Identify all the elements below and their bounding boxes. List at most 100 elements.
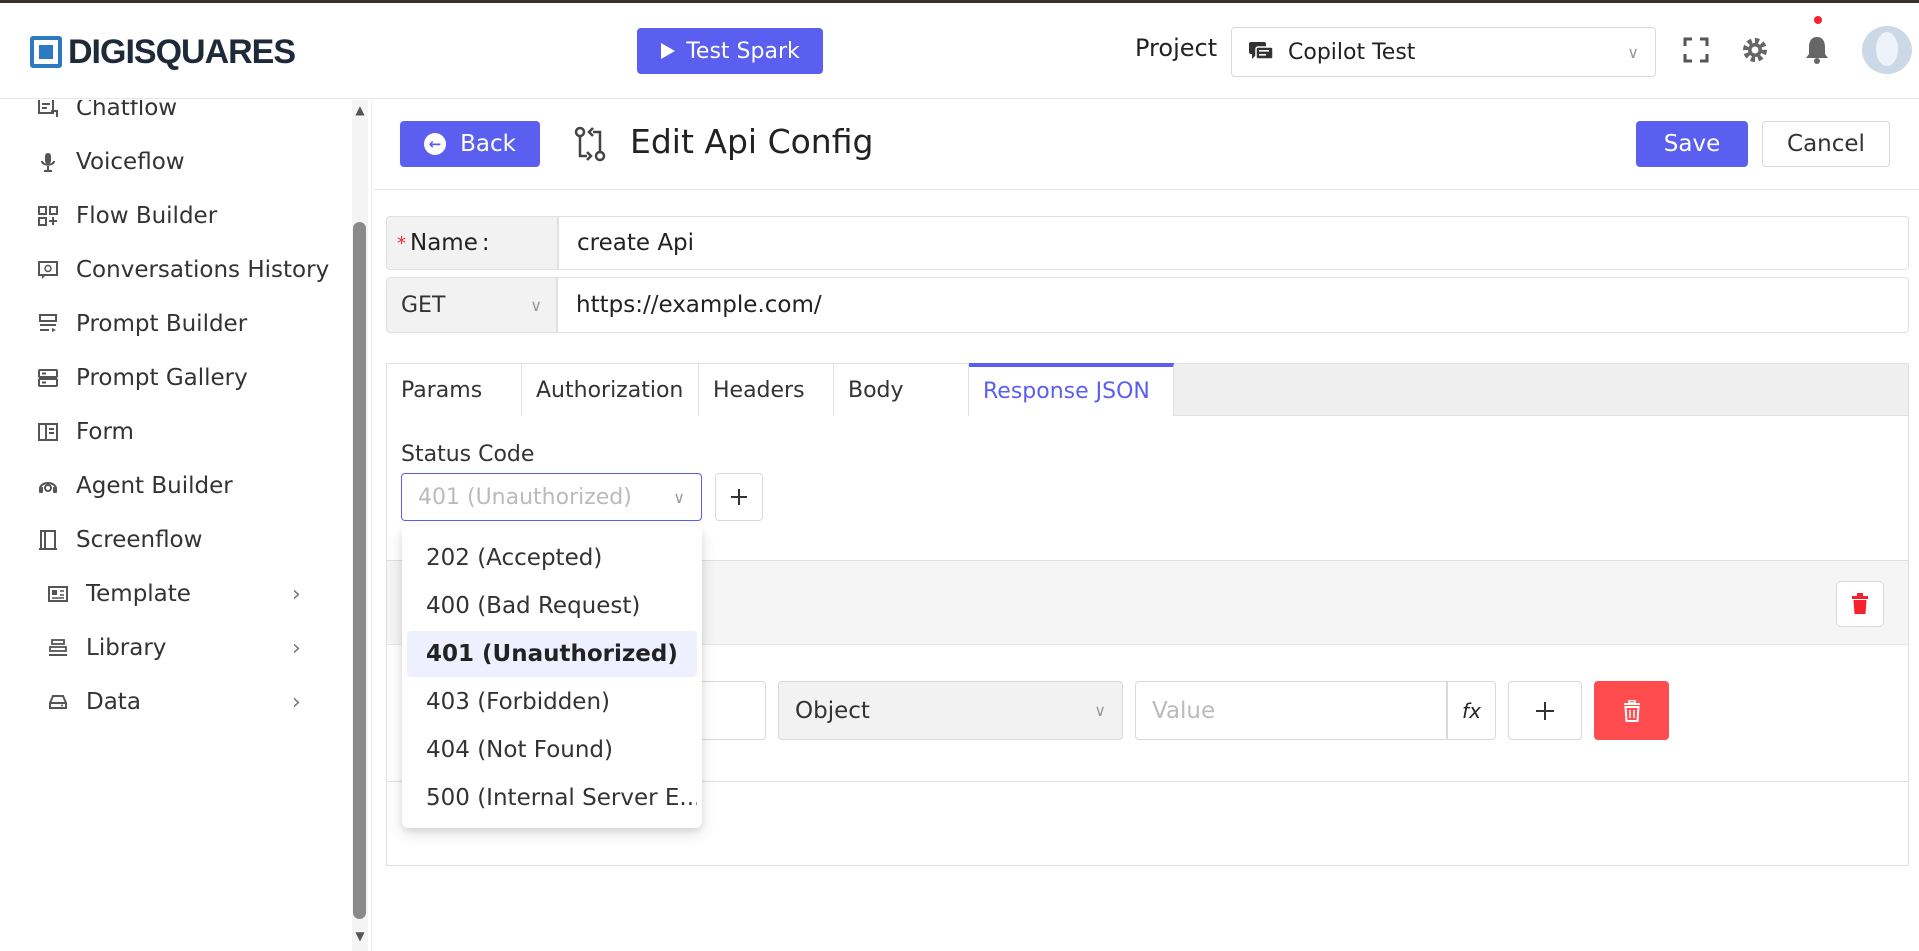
agent-icon	[36, 474, 60, 498]
sidebar-item-label: Flow Builder	[76, 203, 218, 229]
chat-bubbles-icon	[1249, 42, 1274, 60]
sidebar-item-label: Prompt Gallery	[76, 365, 248, 391]
dropdown-option[interactable]: 202 (Accepted)	[407, 535, 697, 581]
chevron-right-icon: ›	[292, 689, 301, 715]
url-input[interactable]: https://example.com/	[557, 277, 1909, 333]
flow-builder-icon	[36, 204, 60, 228]
sidebar-item-label: Template	[86, 581, 191, 607]
dropdown-option[interactable]: 400 (Bad Request)	[407, 583, 697, 629]
page-title: Edit Api Config	[630, 122, 874, 161]
add-status-button[interactable]	[715, 473, 763, 521]
api-config-icon	[572, 124, 608, 164]
project-value: Copilot Test	[1288, 39, 1416, 65]
status-code-select[interactable]: 401 (Unauthorized) ∨	[401, 473, 702, 521]
type-value: Object	[795, 697, 870, 724]
project-label: Project	[1135, 34, 1218, 62]
project-select[interactable]: Copilot Test ∨	[1231, 27, 1656, 77]
sidebar-item-label: Data	[86, 689, 141, 715]
name-input[interactable]: create Api	[558, 216, 1909, 270]
name-label-text: Name	[410, 230, 478, 256]
sidebar-item-form[interactable]: Form	[36, 412, 134, 452]
screenflow-icon	[36, 528, 60, 552]
arrow-left-icon: ←	[424, 133, 447, 155]
form-icon	[36, 420, 60, 444]
required-marker: *	[397, 232, 406, 254]
sidebar-item-agent-builder[interactable]: Agent Builder	[36, 466, 233, 506]
chevron-down-icon: ∨	[673, 487, 685, 507]
delete-field-button[interactable]	[1594, 681, 1669, 740]
dropdown-option-selected[interactable]: 401 (Unauthorized)	[407, 631, 697, 677]
logo-mark-icon	[30, 36, 62, 68]
value-input[interactable]: Value	[1135, 681, 1447, 740]
sidebar-item-prompt-builder[interactable]: Prompt Builder	[36, 304, 247, 344]
trash-icon	[1623, 699, 1640, 722]
trash-icon	[1852, 593, 1868, 614]
sidebar-item-flow-builder[interactable]: Flow Builder	[36, 196, 217, 236]
chatflow-icon	[36, 100, 60, 120]
dropdown-option[interactable]: 500 (Internal Server E...	[407, 775, 697, 821]
sidebar-item-voiceflow[interactable]: Voiceflow	[36, 142, 185, 182]
sidebar-item-label: Agent Builder	[76, 473, 233, 499]
scroll-down-arrow-icon[interactable]: ▼	[352, 926, 368, 946]
fx-function-button[interactable]: fx	[1447, 681, 1496, 740]
tab-body[interactable]: Body	[834, 364, 969, 416]
sidebar-item-label: Form	[76, 419, 134, 445]
sidebar-item-library[interactable]: Library ›	[46, 628, 301, 668]
tab-headers[interactable]: Headers	[699, 364, 834, 416]
sidebar-item-label: Library	[86, 635, 167, 661]
plus-icon	[1536, 701, 1554, 720]
delete-response-button[interactable]	[1836, 581, 1884, 627]
sidebar-item-label: Screenflow	[76, 527, 203, 553]
data-icon	[46, 690, 70, 714]
chevron-down-icon: ∨	[530, 295, 542, 315]
name-field-label: * Name :	[386, 216, 558, 270]
tab-authorization[interactable]: Authorization	[522, 364, 699, 416]
test-spark-label: Test Spark	[686, 38, 800, 64]
brand-logo[interactable]: DIGISQUARES	[30, 32, 296, 72]
sidebar-item-prompt-gallery[interactable]: Prompt Gallery	[36, 358, 248, 398]
sidebar: Chatflow Voiceflow Flow Builder Conversa…	[0, 100, 372, 951]
back-button[interactable]: ← Back	[400, 121, 540, 167]
name-label-colon: :	[481, 230, 490, 256]
http-method-select[interactable]: GET ∨	[386, 277, 557, 333]
microphone-icon	[36, 150, 60, 174]
status-code-label: Status Code	[401, 442, 535, 467]
scroll-up-arrow-icon[interactable]: ▲	[352, 100, 368, 120]
cancel-button[interactable]: Cancel	[1762, 121, 1890, 167]
avatar[interactable]	[1862, 26, 1912, 74]
sidebar-item-screenflow[interactable]: Screenflow	[36, 520, 202, 560]
sidebar-item-label: Voiceflow	[76, 149, 185, 175]
test-spark-button[interactable]: Test Spark	[637, 28, 823, 74]
library-icon	[46, 636, 70, 660]
sidebar-item-label: Prompt Builder	[76, 311, 248, 337]
fullscreen-icon[interactable]	[1676, 30, 1716, 70]
tab-response-json[interactable]: Response JSON	[969, 363, 1174, 416]
bell-icon[interactable]	[1797, 30, 1837, 70]
sidebar-item-data[interactable]: Data ›	[46, 682, 301, 722]
gear-icon[interactable]	[1735, 30, 1775, 70]
back-label: Back	[460, 131, 516, 157]
chevron-right-icon: ›	[292, 581, 301, 607]
scrollbar-thumb[interactable]	[353, 222, 366, 919]
prompt-builder-icon	[36, 312, 60, 336]
save-button[interactable]: Save	[1636, 121, 1748, 167]
sidebar-item-template[interactable]: Template ›	[46, 574, 301, 614]
template-icon	[46, 582, 70, 606]
status-code-value: 401 (Unauthorized)	[418, 484, 632, 510]
sidebar-item-chatflow[interactable]: Chatflow	[36, 100, 177, 128]
sidebar-item-conversations-history[interactable]: Conversations History	[36, 250, 329, 290]
notification-dot	[1814, 16, 1822, 24]
brand-name: DIGISQUARES	[68, 32, 296, 71]
dropdown-option[interactable]: 404 (Not Found)	[407, 727, 697, 773]
tab-params[interactable]: Params	[387, 364, 522, 416]
gallery-icon	[36, 366, 60, 390]
sidebar-item-label: Conversations History	[76, 257, 330, 283]
type-select[interactable]: Object ∨	[778, 681, 1123, 740]
sidebar-item-label: Chatflow	[76, 100, 178, 121]
dropdown-option[interactable]: 403 (Forbidden)	[407, 679, 697, 725]
chevron-down-icon: ∨	[1094, 701, 1106, 720]
play-icon	[661, 43, 676, 59]
add-field-button[interactable]	[1508, 681, 1582, 740]
http-method-value: GET	[401, 292, 446, 318]
history-icon	[36, 258, 60, 282]
